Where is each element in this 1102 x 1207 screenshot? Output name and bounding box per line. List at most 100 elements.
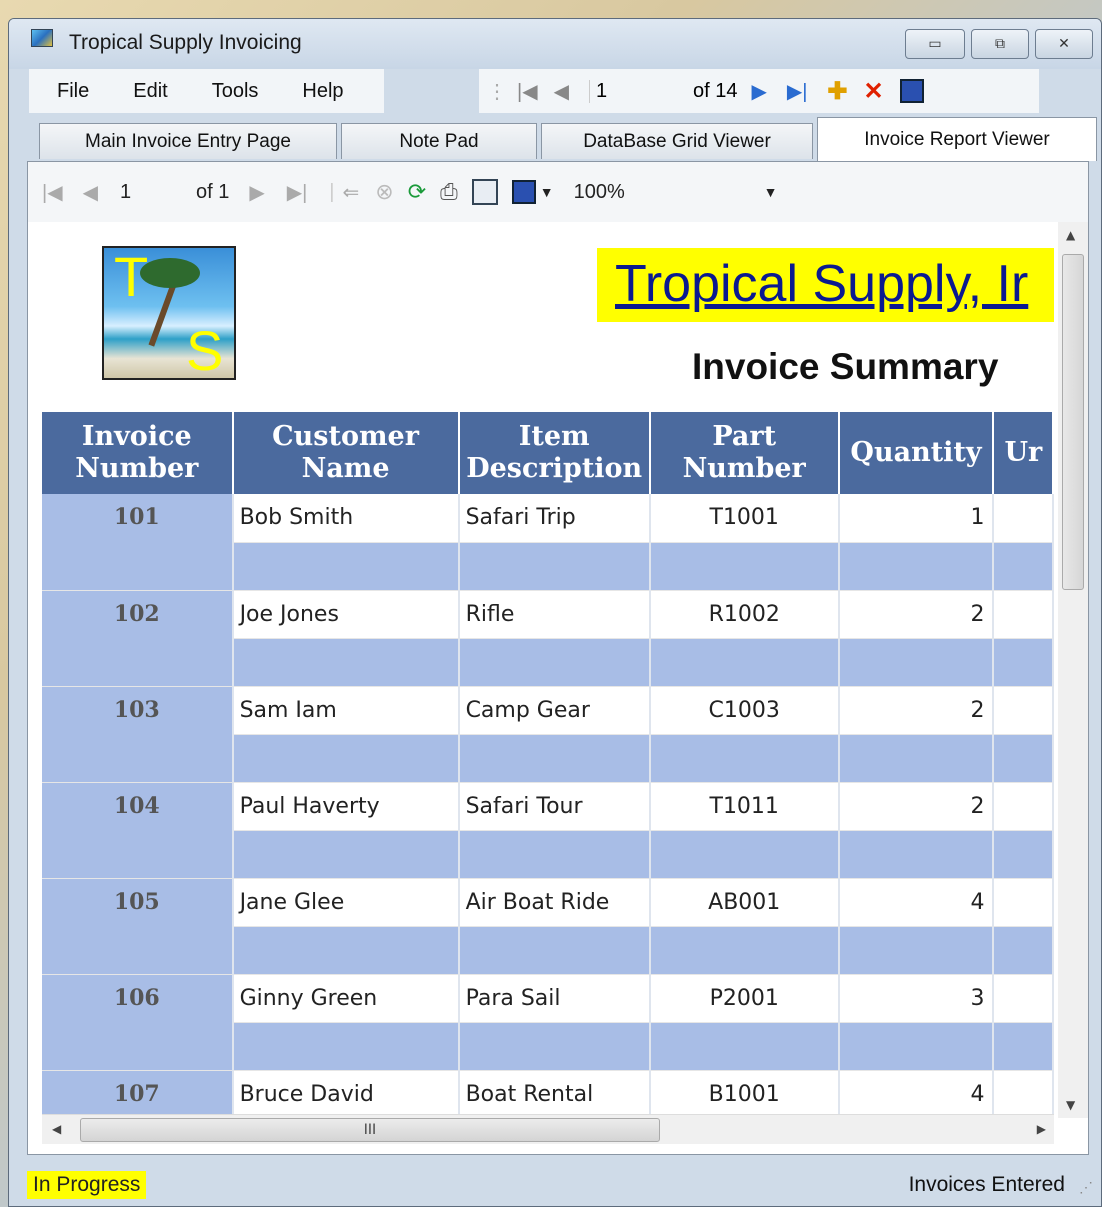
close-icon: ✕ [1058,36,1070,52]
vertical-scrollbar[interactable]: ▲ ▼ [1058,222,1088,1118]
subrow-cell [838,1022,995,1071]
quantity-cell: 4 [838,878,995,927]
subrow-cell [838,734,995,783]
subrow-cell [458,830,651,879]
first-record-icon[interactable]: |◀ [517,79,538,104]
resize-grip-icon[interactable]: ⋰ [1079,1179,1093,1196]
first-page-icon[interactable]: |◀ [42,180,63,205]
col-part-number: Part Number [649,412,840,494]
zoom-select[interactable]: 100% [574,181,764,204]
col-item-description: Item Description [458,412,651,494]
subrow-cell [458,734,651,783]
separator: | [329,180,335,203]
subrow-cell [232,638,460,687]
refresh-icon[interactable]: ⟳ [408,179,426,205]
print-layout-icon[interactable] [471,179,498,205]
unit-cell [993,878,1054,927]
subrow-cell [232,734,460,783]
unit-cell [993,686,1054,735]
subrow-cell [993,926,1054,975]
scroll-left-icon[interactable]: ◀ [52,1122,61,1136]
next-record-icon[interactable]: ▶ [751,79,766,104]
company-name: Tropical Supply, Ir [615,255,1029,313]
part-number-cell: T1001 [649,494,840,543]
quantity-cell: 4 [838,1070,995,1118]
scroll-up-icon[interactable]: ▲ [1066,228,1075,242]
menu-edit[interactable]: Edit [107,80,185,103]
item-description-cell: Boat Rental [458,1070,651,1118]
quantity-cell: 2 [838,686,995,735]
subrow-cell [993,734,1054,783]
last-record-icon[interactable]: ▶| [787,79,808,104]
item-description-cell: Para Sail [458,974,651,1023]
menu-help[interactable]: Help [276,80,361,103]
item-description-cell: Camp Gear [458,686,651,735]
record-navigator: ⋮ |◀ ◀ 1 of 14 ▶ ▶| ✚ ✕ [479,69,1039,113]
add-record-icon[interactable]: ✚ [827,77,847,106]
invoice-number-cell: 105 [42,878,234,975]
tab-note-pad[interactable]: Note Pad [341,123,537,159]
table-row: 101 Bob Smith Safari Trip T1001 1 [42,494,1054,591]
table-row: 105 Jane Glee Air Boat Ride AB001 4 [42,878,1054,975]
menu-file[interactable]: File [29,80,107,103]
quantity-cell: 1 [838,494,995,543]
item-description-cell: Safari Trip [458,494,651,543]
invoice-number-cell: 104 [42,782,234,879]
next-page-icon[interactable]: ▶ [249,180,264,205]
maximize-icon: ⧉ [995,36,1005,52]
close-button[interactable]: ✕ [1035,29,1093,59]
tab-invoice-report-viewer[interactable]: Invoice Report Viewer [817,117,1097,161]
prev-page-icon[interactable]: ◀ [83,180,98,205]
customer-name-cell: Bob Smith [232,494,460,543]
menu-tools[interactable]: Tools [186,80,277,103]
horizontal-scrollbar[interactable]: ◀ III ▶ [42,1114,1054,1144]
maximize-button[interactable]: ⧉ [971,29,1029,59]
print-icon[interactable]: ⎙ [440,179,458,205]
table-row: 103 Sam Iam Camp Gear C1003 2 [42,686,1054,783]
back-icon[interactable]: ⇐ [343,180,360,205]
status-in-progress: In Progress [27,1171,147,1199]
export-icon[interactable] [511,180,536,204]
page-count: of 1 [195,180,230,203]
minimize-icon: ▭ [928,36,942,52]
record-position-input[interactable]: 1 [588,79,689,103]
part-number-cell: C1003 [649,686,840,735]
stop-icon[interactable]: ⊗ [375,179,393,205]
zoom-dropdown-icon[interactable]: ▼ [764,184,778,200]
page-input[interactable]: 1 [120,181,196,204]
horizontal-scroll-thumb[interactable]: III [80,1118,660,1142]
part-number-cell: AB001 [649,878,840,927]
subrow-cell [993,638,1054,687]
part-number-cell: P2001 [649,974,840,1023]
company-logo: T S [102,246,236,380]
status-bar: In Progress Invoices Entered ⋰ [9,1163,1101,1206]
subrow-cell [649,638,840,687]
table-row: 106 Ginny Green Para Sail P2001 3 [42,974,1054,1071]
vertical-scroll-thumb[interactable] [1062,254,1084,590]
prev-record-icon[interactable]: ◀ [554,79,569,104]
minimize-button[interactable]: ▭ [905,29,965,59]
delete-record-icon[interactable]: ✕ [864,77,884,106]
customer-name-cell: Sam Iam [232,686,460,735]
tab-database-grid-viewer[interactable]: DataBase Grid Viewer [541,123,813,159]
scroll-down-icon[interactable]: ▼ [1066,1098,1075,1112]
invoice-table: Invoice Number Customer Name Item Descri… [42,412,1054,1118]
export-dropdown-icon[interactable]: ▼ [540,184,554,200]
subrow-cell [838,542,995,591]
menu-bar: File Edit Tools Help [29,69,384,113]
logo-letter-bottom: S [186,319,224,380]
subrow-cell [649,830,840,879]
save-record-icon[interactable] [899,79,924,103]
invoice-number-cell: 106 [42,974,234,1071]
item-description-cell: Air Boat Ride [458,878,651,927]
last-page-icon[interactable]: ▶| [287,180,308,205]
subrow-cell [993,542,1054,591]
scroll-right-icon[interactable]: ▶ [1037,1122,1046,1136]
invoice-number-cell: 102 [42,590,234,687]
customer-name-cell: Jane Glee [232,878,460,927]
unit-cell [993,974,1054,1023]
report-toolbar: |◀ ◀ 1 of 1 ▶ ▶| | ⇐ ⊗ ⟳ ⎙ ▼ 100% ▼ [28,162,1088,222]
item-description-cell: Rifle [458,590,651,639]
tab-main-invoice-entry[interactable]: Main Invoice Entry Page [39,123,337,159]
subrow-cell [458,1022,651,1071]
